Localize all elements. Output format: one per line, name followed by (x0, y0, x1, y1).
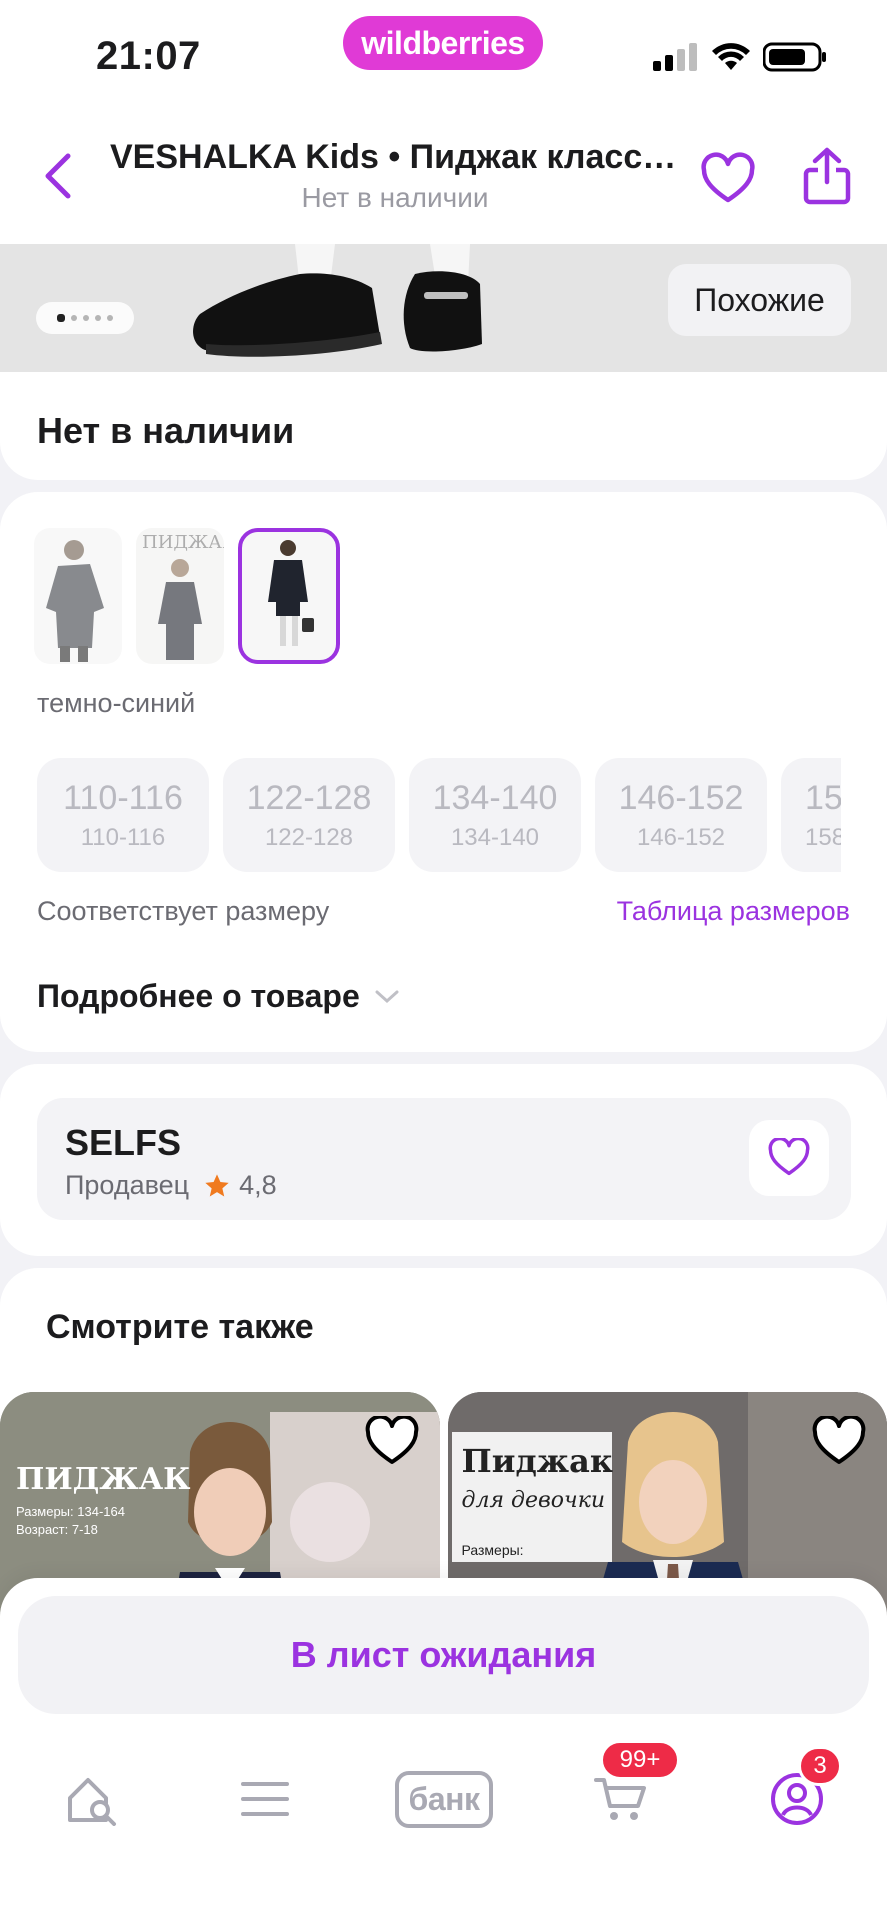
product-label: Пиджак (461, 1442, 613, 1480)
gallery-pagination (36, 302, 134, 334)
product-gallery[interactable]: Похожие (0, 244, 887, 372)
seller-name: SELFS (65, 1122, 182, 1163)
size-option[interactable]: 134-140 134-140 (409, 758, 581, 872)
home-search-icon (68, 1778, 116, 1826)
status-icons (653, 42, 827, 72)
size-sublabel: 134-140 (450, 823, 540, 851)
size-table-link[interactable]: Таблица размеров (617, 896, 850, 927)
seller-card: SELFS Продавец 4,8 (0, 1064, 887, 1256)
size-sublabel: 146-152 (636, 823, 726, 851)
cart-icon (594, 1778, 646, 1820)
size-label: 110-116 (63, 778, 183, 817)
star-icon (205, 1173, 229, 1196)
status-bar: 21:07 wildberries (0, 0, 887, 110)
size-sublabel: 122-128 (264, 823, 354, 851)
seller-rating-group: 4,8 (203, 1170, 277, 1201)
profile-badge: 3 (798, 1746, 842, 1786)
favorite-heart-icon[interactable] (700, 152, 756, 208)
seller-info[interactable]: SELFS Продавец 4,8 (37, 1098, 851, 1220)
status-time: 21:07 (96, 34, 201, 78)
seller-favorite-button[interactable] (749, 1120, 829, 1196)
see-also-title: Смотрите также (46, 1308, 314, 1346)
size-sublabel: 158-164 (805, 823, 841, 851)
thumb-label: ПИДЖАК (142, 532, 224, 553)
product-line: для девочки (461, 1488, 606, 1513)
color-thumbnails: ПИДЖАК (34, 528, 340, 664)
size-label: 158-164 (805, 778, 841, 817)
color-thumbnail[interactable] (34, 528, 122, 664)
size-label: 134-140 (432, 778, 558, 817)
color-thumbnail-selected[interactable] (238, 528, 340, 664)
seller-meta: Продавец 4,8 (65, 1170, 277, 1201)
bank-label: банк (394, 1770, 494, 1828)
heart-icon (768, 1138, 810, 1176)
product-details-label: Подробнее о товаре (37, 978, 360, 1014)
chevron-down-icon (375, 990, 399, 1003)
battery-icon (763, 42, 826, 72)
tab-home[interactable] (46, 1754, 136, 1844)
bottom-action-sheet: В лист ожидания банк 99+ 3 (0, 1578, 887, 1920)
header: VESHALKA Kids • Пиджак классический для … (0, 110, 887, 244)
tab-catalog[interactable] (220, 1754, 310, 1844)
size-sublabel: 110-116 (80, 823, 166, 851)
waitlist-button[interactable]: В лист ожидания (18, 1596, 869, 1714)
variants-card: ПИДЖАК темно-синий 110-116 110-116 122-1… (0, 492, 887, 1052)
tab-cart[interactable]: 99+ (576, 1740, 680, 1844)
wifi-icon (712, 43, 750, 70)
tab-bar: банк 99+ 3 (0, 1740, 887, 1844)
tab-bank[interactable]: банк (382, 1754, 506, 1844)
seller-rating: 4,8 (239, 1170, 277, 1200)
share-icon[interactable] (802, 146, 852, 206)
size-label: 146-152 (618, 778, 744, 817)
product-line: Размеры: 134-164 (16, 1504, 125, 1519)
size-option[interactable]: 146-152 146-152 (595, 758, 767, 872)
product-line: Возраст: 7-18 (16, 1522, 98, 1537)
product-details-toggle[interactable]: Подробнее о товаре (37, 978, 400, 1015)
size-selector: 110-116 110-116 122-128 122-128 134-140 … (37, 758, 841, 872)
product-line: Размеры: (461, 1542, 524, 1558)
seller-role: Продавец (65, 1170, 190, 1200)
size-fit-text: Соответствует размеру (37, 896, 330, 926)
signal-icon (653, 43, 697, 71)
page-title: VESHALKA Kids • Пиджак классический для … (110, 138, 680, 176)
cart-badge: 99+ (600, 1740, 680, 1780)
back-icon[interactable] (38, 150, 78, 202)
size-label: 122-128 (246, 778, 372, 817)
stock-status: Нет в наличии (37, 410, 295, 451)
favorite-heart-icon[interactable] (364, 1416, 420, 1468)
product-label: ПИДЖАК (16, 1462, 191, 1497)
tab-profile[interactable]: 3 (752, 1746, 842, 1844)
stock-card: Нет в наличии (0, 372, 887, 480)
brand-logo: wildberries (343, 16, 543, 70)
similar-button[interactable]: Похожие (668, 264, 851, 336)
favorite-heart-icon[interactable] (811, 1416, 867, 1468)
size-option[interactable]: 158-164 158-164 (781, 758, 841, 872)
menu-icon (241, 1782, 289, 1816)
color-thumbnail[interactable]: ПИДЖАК (136, 528, 224, 664)
color-name: темно-синий (37, 688, 196, 718)
size-option[interactable]: 110-116 110-116 (37, 758, 209, 872)
page-subtitle: Нет в наличии (301, 182, 489, 213)
size-option[interactable]: 122-128 122-128 (223, 758, 395, 872)
